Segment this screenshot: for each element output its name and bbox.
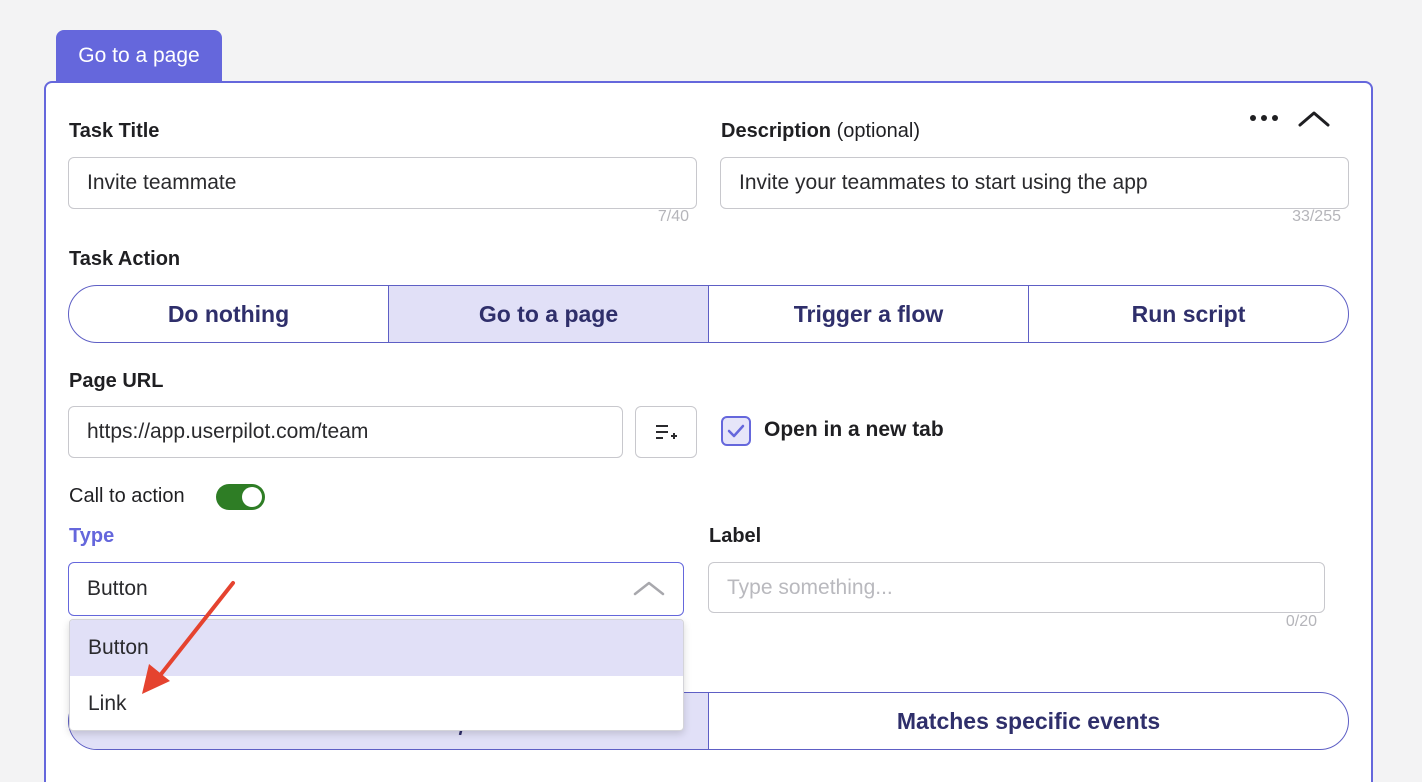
description-label-text: Description <box>721 120 832 142</box>
chevron-up-icon[interactable] <box>1298 108 1330 128</box>
more-horizontal-icon[interactable] <box>1250 115 1278 121</box>
type-dropdown-menu: Button Link <box>69 619 684 731</box>
task-action-label: Task Action <box>69 248 181 270</box>
call-to-action-toggle[interactable] <box>216 484 265 510</box>
task-action-run-script[interactable]: Run script <box>1029 286 1348 342</box>
cta-label-placeholder: Type something... <box>727 575 893 599</box>
cta-label-label: Label <box>709 525 762 547</box>
page-url-value: https://app.userpilot.com/team <box>87 420 369 443</box>
description-input[interactable]: Invite your teammates to start using the… <box>720 157 1349 209</box>
description-label: Description (optional) <box>721 120 920 143</box>
insert-variable-button[interactable] <box>635 406 697 458</box>
type-label: Type <box>69 525 115 547</box>
task-action-trigger-flow[interactable]: Trigger a flow <box>709 286 1029 342</box>
description-counter: 33/255 <box>1292 208 1341 225</box>
description-label-suffix: (optional) <box>836 120 920 142</box>
description-value: Invite your teammates to start using the… <box>739 171 1148 194</box>
open-new-tab-checkbox[interactable] <box>721 416 751 446</box>
type-select-value: Button <box>87 577 148 600</box>
task-title-label: Task Title <box>69 120 160 142</box>
open-new-tab-label: Open in a new tab <box>764 418 944 441</box>
completion-option-matches-events[interactable]: Matches specific events <box>709 693 1348 749</box>
call-to-action-label: Call to action <box>69 485 185 507</box>
list-add-icon <box>656 425 677 439</box>
page-url-input[interactable]: https://app.userpilot.com/team <box>68 406 623 458</box>
task-type-tab[interactable]: Go to a page <box>56 30 222 82</box>
cta-label-counter: 0/20 <box>1285 613 1317 630</box>
task-action-do-nothing[interactable]: Do nothing <box>69 286 389 342</box>
page-url-label: Page URL <box>69 370 164 392</box>
type-option-link[interactable]: Link <box>70 676 683 730</box>
page: Go to a page Task Title Invite teammate … <box>0 0 1422 782</box>
task-title-input[interactable]: Invite teammate <box>68 157 697 209</box>
type-select[interactable]: Button <box>68 562 684 616</box>
task-title-counter: 7/40 <box>657 208 689 225</box>
cta-label-input[interactable]: Type something... <box>708 562 1325 613</box>
task-title-value: Invite teammate <box>87 171 237 194</box>
task-action-go-to-page[interactable]: Go to a page <box>389 286 709 342</box>
chevron-up-icon <box>633 579 665 603</box>
type-option-button[interactable]: Button <box>70 620 683 676</box>
card-actions <box>1250 108 1330 128</box>
check-icon <box>727 424 745 438</box>
task-action-segmented: Do nothing Go to a page Trigger a flow R… <box>68 285 1349 343</box>
